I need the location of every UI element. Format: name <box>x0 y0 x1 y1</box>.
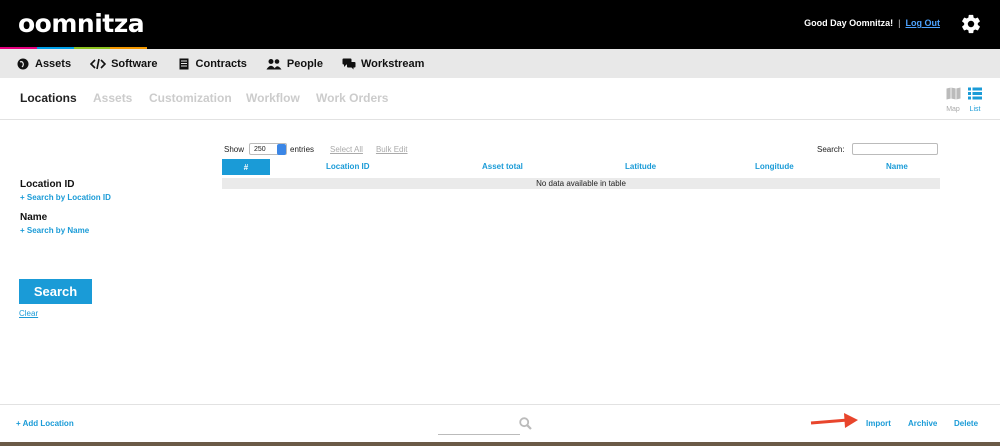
nav-item-software[interactable]: Software <box>90 57 158 70</box>
footer-search-input[interactable] <box>438 417 520 435</box>
select-arrow-icon <box>277 143 287 155</box>
column-header-longitude[interactable]: Longitude <box>755 162 794 171</box>
search-by-location-id-link[interactable]: + Search by Location ID <box>20 193 111 202</box>
search-button[interactable]: Search <box>19 279 92 304</box>
user-greeting: Good Day Oomnitza! | Log Out <box>804 18 940 28</box>
tab-customization[interactable]: Customization <box>149 91 232 105</box>
code-icon <box>90 58 107 70</box>
column-header-location-id[interactable]: Location ID <box>326 162 370 171</box>
delete-link[interactable]: Delete <box>954 419 978 428</box>
column-header-number[interactable]: # <box>222 159 270 175</box>
list-icon <box>968 87 982 100</box>
table-header: # Location ID Asset total Latitude Longi… <box>222 159 940 175</box>
show-label: Show <box>224 144 245 154</box>
table-empty-row: No data available in table <box>222 178 940 189</box>
logo[interactable]: oomnitza <box>18 9 145 38</box>
archive-link[interactable]: Archive <box>908 419 937 428</box>
main-nav: Assets Software Contracts People Workstr… <box>0 49 1000 78</box>
map-icon <box>946 87 960 100</box>
nav-label: People <box>286 57 323 70</box>
entries-select[interactable]: 250 <box>249 143 288 155</box>
nav-label: Assets <box>35 57 72 70</box>
column-header-latitude[interactable]: Latitude <box>625 162 656 171</box>
bulk-edit-link[interactable]: Bulk Edit <box>376 145 408 154</box>
list-view-toggle[interactable]: List <box>965 87 985 113</box>
nav-item-contracts[interactable]: Contracts <box>177 58 247 70</box>
add-location-link[interactable]: + Add Location <box>16 419 74 428</box>
select-all-link[interactable]: Select All <box>330 145 363 154</box>
chat-icon <box>342 58 356 70</box>
nav-item-workstream[interactable]: Workstream <box>342 58 424 70</box>
tab-work-orders[interactable]: Work Orders <box>316 91 388 105</box>
annotation-arrow-icon <box>810 413 858 428</box>
sub-nav: Locations Assets Customization Workflow … <box>0 78 1000 120</box>
tab-locations[interactable]: Locations <box>20 91 77 105</box>
import-link[interactable]: Import <box>866 419 891 428</box>
list-label: List <box>969 106 981 113</box>
column-header-name[interactable]: Name <box>886 162 908 171</box>
column-header-asset-total[interactable]: Asset total <box>482 162 523 171</box>
table-search-label: Search: <box>817 145 845 154</box>
desktop-strip <box>0 442 1000 446</box>
search-icon[interactable] <box>519 417 532 430</box>
table-controls: Show 250 entries Select All Bulk Edit <box>224 143 408 155</box>
tab-assets[interactable]: Assets <box>93 91 132 105</box>
map-view-toggle[interactable]: Map <box>943 87 963 113</box>
logout-link[interactable]: Log Out <box>906 18 941 28</box>
gear-icon[interactable] <box>960 13 982 35</box>
name-label: Name <box>20 212 48 223</box>
nav-label: Contracts <box>195 57 247 70</box>
greeting-separator: | <box>898 18 901 28</box>
nav-label: Software <box>111 57 158 70</box>
top-bar: oomnitza Good Day Oomnitza! | Log Out <box>0 0 1000 50</box>
document-icon <box>177 58 191 70</box>
table-search-input[interactable] <box>852 143 938 155</box>
tab-workflow[interactable]: Workflow <box>246 91 300 105</box>
people-icon <box>266 58 282 70</box>
greeting-text: Good Day Oomnitza! <box>804 18 894 28</box>
map-label: Map <box>946 106 960 113</box>
globe-icon <box>16 58 30 70</box>
search-by-name-link[interactable]: + Search by Name <box>20 226 89 235</box>
nav-item-assets[interactable]: Assets <box>16 58 71 70</box>
entries-value: 250 <box>254 145 266 153</box>
nav-item-people[interactable]: People <box>266 58 323 70</box>
clear-link[interactable]: Clear <box>19 309 38 318</box>
location-id-label: Location ID <box>20 179 75 190</box>
nav-label: Workstream <box>360 57 425 70</box>
entries-label: entries <box>290 144 315 154</box>
